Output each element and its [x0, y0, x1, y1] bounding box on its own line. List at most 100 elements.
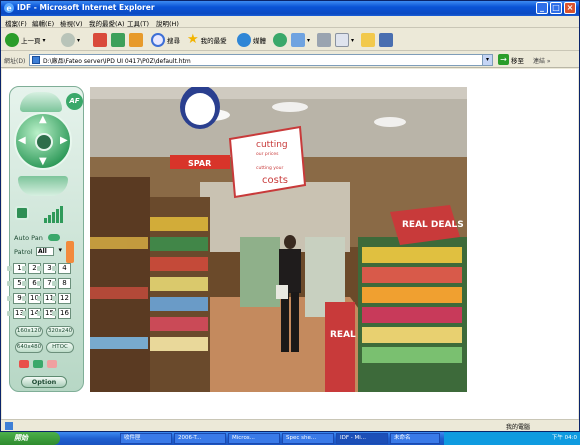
menu-favorites[interactable]: 我的最愛(A) — [89, 18, 125, 28]
history-icon — [273, 33, 287, 47]
taskbar-item[interactable]: 2006-T... — [174, 433, 226, 444]
messenger-icon — [379, 33, 393, 47]
home-button[interactable] — [129, 32, 143, 48]
spar-sign: SPAR — [188, 159, 211, 168]
menu-bar: 檔案(F) 編輯(E) 檢視(V) 我的最愛(A) 工具(T) 說明(H) — [1, 16, 579, 28]
ptz-direction-pad[interactable]: ▲ ▼ ◀ ▶ — [14, 112, 72, 170]
page-status-icon — [5, 422, 13, 430]
status-bar: 我的電腦 — [1, 419, 579, 431]
folder-icon — [361, 33, 375, 47]
htoc-button[interactable]: HTOC — [46, 342, 74, 353]
option-button[interactable]: Option — [21, 376, 67, 388]
go-button[interactable]: → 移至 — [498, 54, 524, 65]
start-button[interactable]: 開始 — [0, 432, 60, 445]
clock: 下午 04:0 — [551, 435, 577, 441]
auto-pan-toggle[interactable] — [48, 234, 60, 241]
pan-left-icon[interactable]: ◀ — [18, 135, 26, 146]
autofocus-button[interactable]: AF — [66, 93, 83, 110]
taskbar: 開始 收件匣 2006-T... Micros... Spec she... I… — [0, 432, 580, 445]
patrol-select[interactable]: All — [36, 247, 62, 256]
refresh-button[interactable] — [111, 32, 125, 48]
search-icon — [151, 33, 165, 47]
record-icon[interactable] — [19, 360, 29, 368]
favorites-button[interactable]: ★ 我的最愛 — [187, 32, 227, 48]
resolution-640-button[interactable]: 640x480 — [15, 342, 43, 353]
edit-button[interactable]: ▾ — [335, 32, 354, 48]
cutting-sign-title: cutting — [256, 140, 288, 150]
panel-mini-icons — [19, 360, 57, 368]
history-button[interactable] — [273, 32, 287, 48]
page-icon — [32, 56, 40, 64]
preset-button[interactable]: 4 — [52, 263, 71, 274]
menu-view[interactable]: 檢視(V) — [60, 18, 83, 28]
mail-button[interactable]: ▾ — [291, 32, 310, 48]
minimize-button[interactable]: _ — [536, 2, 548, 14]
links-button[interactable]: 連結 » — [533, 56, 551, 65]
favorites-label: 我的最愛 — [200, 37, 227, 45]
title-bar: e IDF - Microsoft Internet Explorer _ □ … — [1, 1, 579, 16]
stop-record-icon[interactable] — [47, 360, 57, 368]
forward-arrow-icon — [61, 33, 75, 47]
address-input[interactable]: D:\廠品\Fateo server\IPD UI 0417\P0Z\defau… — [29, 54, 493, 66]
ptz-top-arc[interactable] — [20, 92, 62, 112]
ie-logo-icon: e — [4, 3, 14, 13]
cutting-sign-costs: costs — [262, 175, 288, 186]
patrol-label: Patrol — [14, 248, 33, 256]
back-arrow-icon — [5, 33, 19, 47]
resolution-320-button[interactable]: 320x240 — [46, 326, 74, 337]
mail-icon — [291, 33, 305, 47]
pan-right-icon[interactable]: ▶ — [60, 135, 68, 146]
real-small-sign: REAL — [330, 330, 356, 340]
address-dropdown-icon[interactable]: ▾ — [482, 55, 492, 65]
pan-up-icon[interactable]: ▲ — [39, 114, 47, 125]
go-arrow-icon: → — [498, 54, 509, 65]
address-url: D:\廠品\Fateo server\IPD UI 0417\P0Z\defau… — [43, 58, 191, 65]
stop-icon — [93, 33, 107, 47]
home-icon — [129, 33, 143, 47]
preset-button[interactable]: 8 — [52, 278, 71, 289]
live-video-feed[interactable]: REAL REAL DEALS SPAR cutting our prices … — [90, 87, 467, 392]
forward-button[interactable]: ▾ — [61, 32, 80, 48]
zoom-control[interactable] — [18, 176, 68, 196]
search-label: 搜尋 — [167, 37, 180, 45]
preset-grid: 1 2 3 4 5 6 7 8 9 10 11 12 13 14 15 16 — [7, 263, 71, 319]
system-tray: 下午 04:0 — [444, 432, 580, 445]
stop-button[interactable] — [93, 32, 107, 48]
taskbar-item[interactable]: Micros... — [228, 433, 280, 444]
auto-pan-label: Auto Pan — [14, 234, 43, 242]
refresh-icon — [111, 33, 125, 47]
print-button[interactable] — [317, 32, 331, 48]
pan-down-icon[interactable]: ▼ — [39, 156, 47, 167]
toolbar: 上一頁 ▾ ▾ 搜尋 ★ 我的最愛 媒體 ▾ ▾ — [1, 29, 579, 51]
menu-help[interactable]: 說明(H) — [156, 18, 179, 28]
media-button[interactable]: 媒體 — [237, 32, 266, 48]
folder-button[interactable] — [361, 32, 375, 48]
resolution-160-button[interactable]: 160x120 — [15, 326, 43, 337]
preset-button[interactable]: 16 — [52, 308, 71, 319]
close-button[interactable]: × — [564, 2, 576, 14]
cutting-sign-sub2: cutting your — [256, 165, 284, 171]
preset-button[interactable]: 12 — [52, 293, 71, 304]
snapshot-button[interactable] — [15, 206, 29, 220]
messenger-button[interactable] — [379, 32, 393, 48]
taskbar-item[interactable]: Spec she... — [282, 433, 334, 444]
menu-edit[interactable]: 編輯(E) — [32, 18, 54, 28]
star-icon: ★ — [187, 32, 199, 47]
window-title: IDF - Microsoft Internet Explorer — [17, 3, 155, 12]
maximize-button[interactable]: □ — [550, 2, 562, 14]
taskbar-item[interactable]: IDF - Mi... — [336, 433, 388, 444]
taskbar-item[interactable]: 收件匣 — [120, 433, 172, 444]
play-icon[interactable] — [33, 360, 43, 368]
address-bar: 網址(D) D:\廠品\Fateo server\IPD UI 0417\P0Z… — [1, 52, 579, 68]
media-label: 媒體 — [253, 37, 266, 45]
home-position-icon[interactable] — [35, 133, 53, 151]
patrol-go-button[interactable] — [66, 241, 74, 263]
search-button[interactable]: 搜尋 — [151, 32, 180, 48]
edit-page-icon — [335, 33, 349, 47]
back-button[interactable]: 上一頁 ▾ — [5, 32, 46, 48]
menu-tools[interactable]: 工具(T) — [127, 18, 149, 28]
taskbar-item[interactable]: 未命名 — [390, 433, 440, 444]
menu-file[interactable]: 檔案(F) — [5, 18, 27, 28]
media-icon — [237, 33, 251, 47]
back-label: 上一頁 — [21, 37, 41, 45]
